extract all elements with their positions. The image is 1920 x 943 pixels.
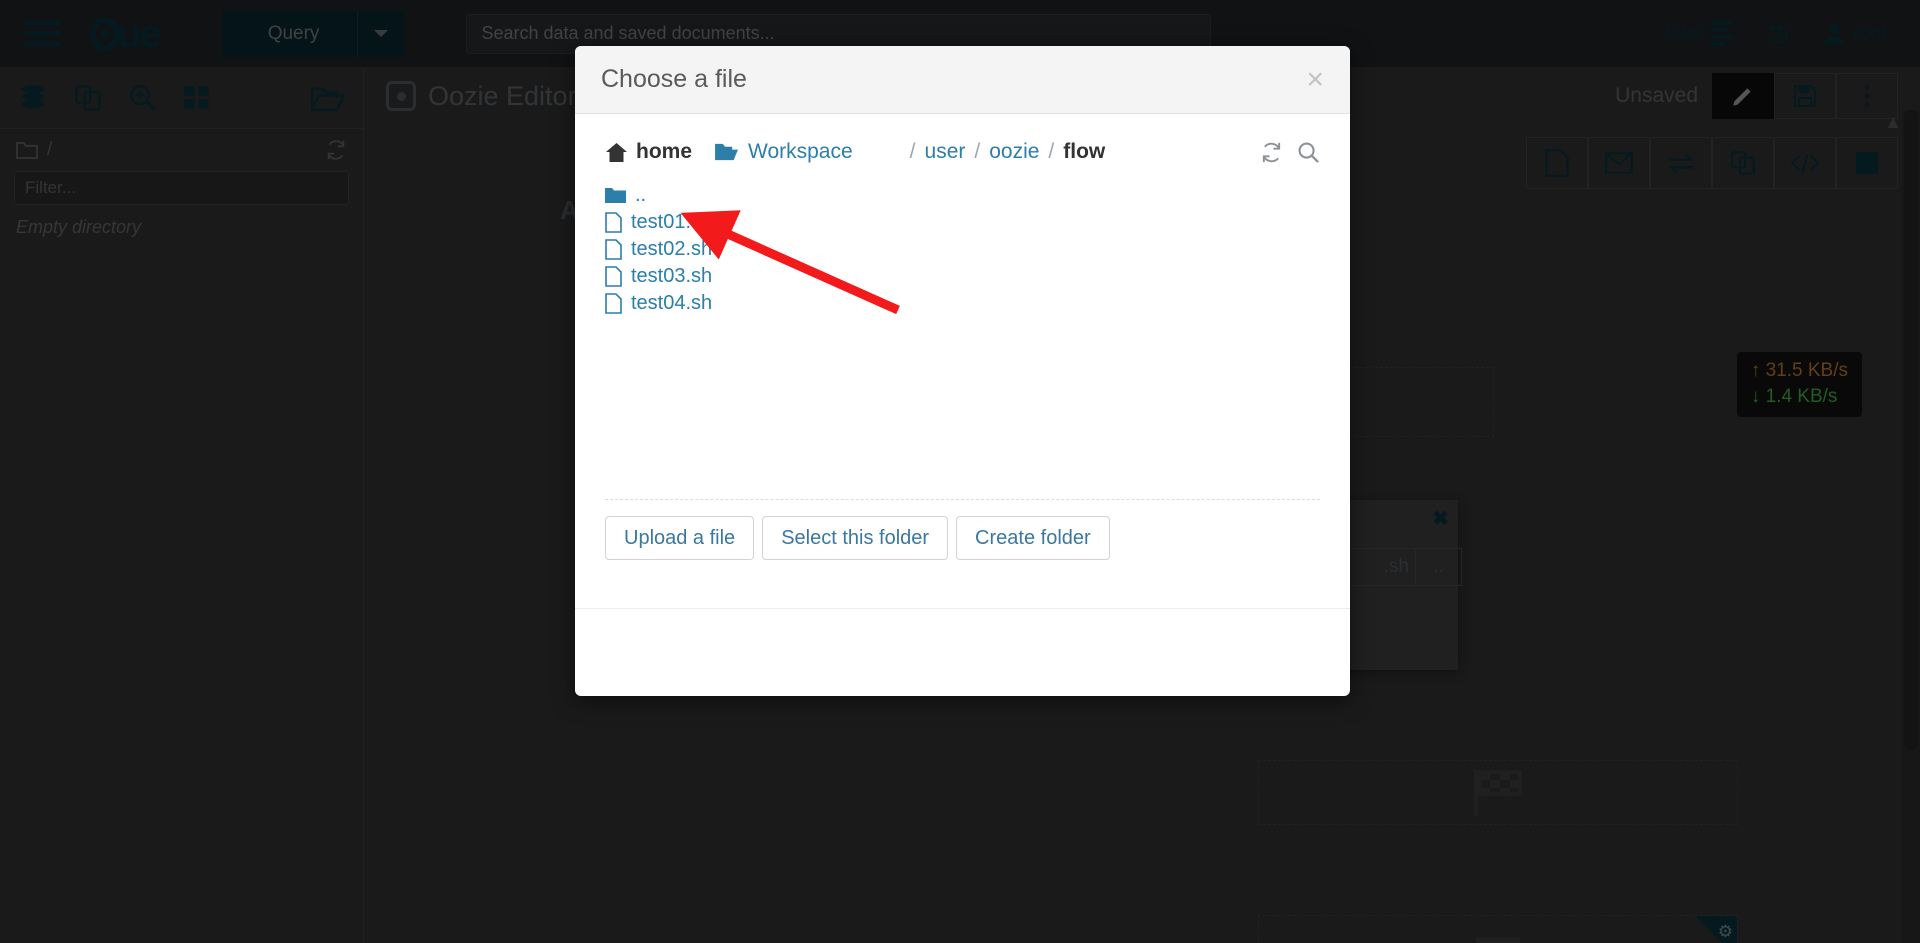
breadcrumb-separator: /: [909, 140, 916, 163]
select-this-folder-button[interactable]: Select this folder: [762, 516, 949, 560]
choose-a-file-modal: Choose a file × home Workspace / user / …: [575, 46, 1350, 696]
file-name: test03.sh: [631, 265, 713, 287]
breadcrumb-home[interactable]: home: [605, 140, 692, 164]
search-icon[interactable]: [1297, 141, 1320, 164]
breadcrumb-home-label: home: [636, 140, 693, 163]
list-item[interactable]: ..: [605, 182, 1320, 209]
breadcrumb-separator: /: [974, 140, 981, 163]
refresh-icon[interactable]: [1260, 141, 1283, 164]
breadcrumb-segment-user[interactable]: user: [925, 140, 966, 164]
file-name: test02.sh: [631, 238, 713, 260]
modal-divider: [605, 499, 1320, 500]
breadcrumb-actions: [1260, 141, 1320, 164]
breadcrumb-path-segments: / user / oozie / flow: [901, 140, 1106, 164]
breadcrumb: home Workspace / user / oozie / flow: [605, 140, 1320, 164]
upload-a-file-button[interactable]: Upload a file: [605, 516, 755, 560]
list-item[interactable]: test02.sh: [605, 236, 1320, 263]
folder-icon: [605, 188, 626, 203]
close-icon[interactable]: ×: [1306, 64, 1324, 95]
file-name: test04.sh: [631, 292, 713, 314]
breadcrumb-segment-current[interactable]: flow: [1063, 140, 1105, 164]
modal-footer: [575, 608, 1350, 696]
modal-action-buttons: Upload a file Select this folder Create …: [605, 516, 1110, 560]
file-icon: [605, 239, 622, 260]
list-item[interactable]: test03.sh: [605, 263, 1320, 290]
breadcrumb-separator: /: [1048, 140, 1055, 163]
home-icon: [606, 142, 627, 162]
modal-body: home Workspace / user / oozie / flow .. …: [575, 114, 1350, 608]
open-folder-icon: [715, 143, 738, 161]
list-item[interactable]: test04.sh: [605, 290, 1320, 317]
file-name: test01.sh: [631, 211, 713, 233]
list-item[interactable]: test01.sh: [605, 209, 1320, 236]
file-list: .. test01.sh test02.sh test03.sh test04.…: [605, 182, 1320, 317]
breadcrumb-workspace[interactable]: Workspace: [714, 140, 853, 164]
modal-header: Choose a file ×: [575, 46, 1350, 114]
modal-title: Choose a file: [601, 65, 747, 93]
screen-root: ue Query Search data and saved documents…: [0, 0, 1920, 943]
breadcrumb-segment-oozie[interactable]: oozie: [989, 140, 1039, 164]
file-icon: [605, 293, 622, 314]
file-name: ..: [635, 184, 647, 206]
file-icon: [605, 212, 622, 233]
file-icon: [605, 266, 622, 287]
breadcrumb-workspace-label: Workspace: [748, 140, 853, 163]
create-folder-button[interactable]: Create folder: [956, 516, 1110, 560]
